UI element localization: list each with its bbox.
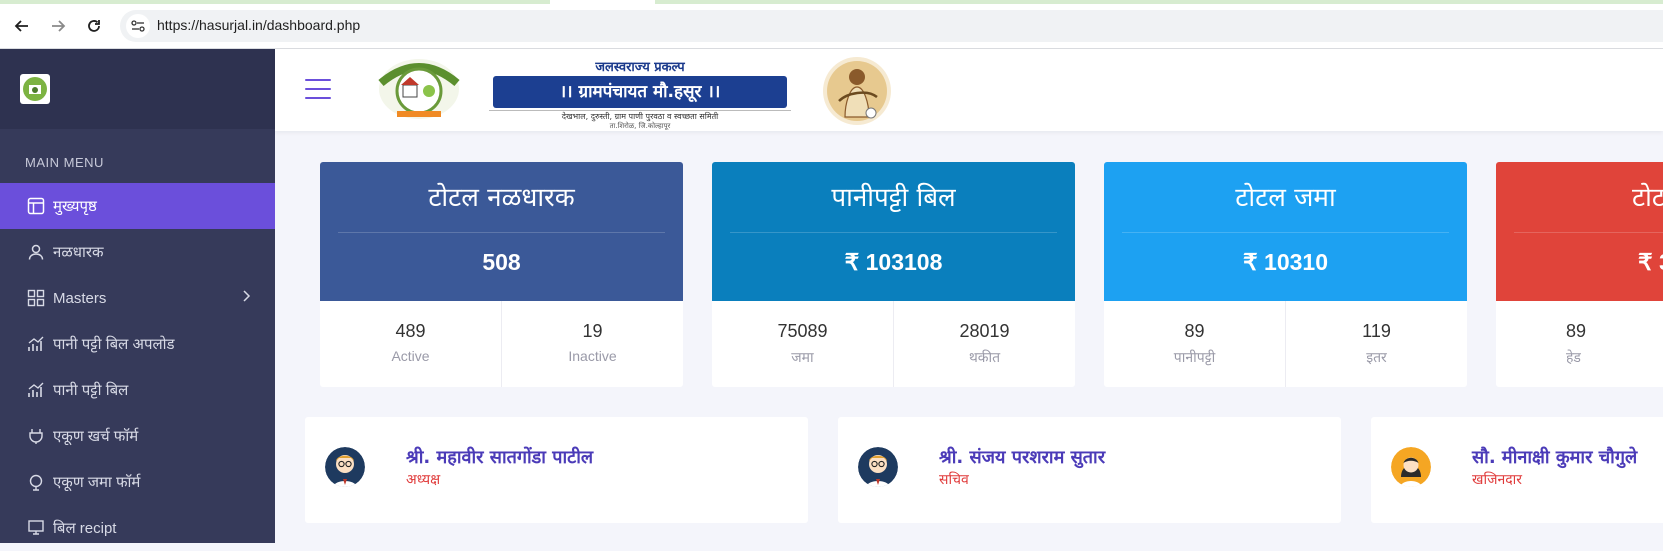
layout-icon — [27, 197, 45, 215]
member-name: सौ. मीनाक्षी कुमार चौगुले — [1472, 447, 1638, 468]
site-settings-icon[interactable] — [126, 14, 150, 38]
stat-card-total-expense[interactable]: टोट ₹ 3 89 हेड — [1496, 162, 1663, 387]
sidebar-item-label: बिल recipt — [53, 520, 117, 537]
card-title: पानीपट्टी बिल — [831, 183, 956, 213]
sidebar-item-masters[interactable]: Masters — [0, 275, 275, 321]
stat-number: 75089 — [777, 321, 828, 341]
address-bar[interactable]: https://hasurjal.in/dashboard.php — [120, 10, 1663, 42]
browser-toolbar: https://hasurjal.in/dashboard.php — [0, 0, 1663, 49]
male-avatar-icon — [858, 447, 898, 487]
card-title: टोट — [1632, 183, 1663, 213]
sidebar-item-label: एकूण जमा फॉर्म — [53, 474, 141, 491]
sidebar-item-label: एकूण खर्च फॉर्म — [53, 428, 139, 445]
banner-main-text: ।। ग्रामपंचायत मौ.हसूर ।। — [493, 76, 787, 108]
member-name: श्री. महावीर सातगोंडा पाटील — [406, 447, 594, 468]
stat-card-total-deposit[interactable]: टोटल जमा ₹ 10310 89 पानीपट्टी 119 इतर — [1104, 162, 1467, 387]
stat-card-water-bill[interactable]: पानीपट्टी बिल ₹ 103108 75089 जमा 28019 थ… — [712, 162, 1075, 387]
url-text[interactable]: https://hasurjal.in/dashboard.php — [157, 17, 360, 33]
card-stat-left: 489 Active — [320, 301, 501, 387]
receipt-icon — [27, 519, 45, 537]
jalswarajya-logo — [375, 57, 463, 121]
committee-member-card-president[interactable]: श्री. महावीर सातगोंडा पाटील अध्यक्ष — [305, 417, 808, 523]
sidebar-item-bill-receipt[interactable]: बिल recipt — [0, 505, 275, 551]
sidebar-item-expense-form[interactable]: एकूण खर्च फॉर्म — [0, 413, 275, 459]
card-value: 508 — [482, 249, 521, 275]
card-header: टोटल जमा ₹ 10310 — [1104, 162, 1467, 301]
sidebar: MAIN MENU मुख्यपृष्ठ नळधारक Masters पानी… — [0, 49, 275, 543]
member-role: खजिनदार — [1472, 472, 1523, 488]
back-button[interactable] — [8, 12, 36, 40]
member-role: सचिव — [939, 472, 969, 488]
card-stat-right: 19 Inactive — [501, 301, 683, 387]
stat-label: Active — [391, 348, 430, 364]
banner-top-text: जलस्वराज्य प्रकल्प — [595, 60, 685, 75]
tab-strip-edge — [0, 0, 1663, 4]
stat-number: 19 — [582, 321, 603, 341]
card-header: पानीपट्टी बिल ₹ 103108 — [712, 162, 1075, 301]
user-icon — [27, 243, 45, 261]
stat-label: इतर — [1366, 349, 1387, 365]
menu-toggle-button[interactable] — [305, 79, 331, 99]
committee-member-card-treasurer[interactable]: सौ. मीनाक्षी कुमार चौगुले खजिनदार — [1371, 417, 1663, 523]
card-title: टोटल जमा — [1235, 183, 1336, 213]
plug-icon — [27, 427, 45, 445]
reload-button[interactable] — [80, 12, 108, 40]
card-value: ₹ 103108 — [844, 249, 943, 275]
member-role: अध्यक्ष — [406, 472, 441, 488]
card-value: ₹ 3 — [1638, 249, 1663, 275]
sidebar-item-label: पानी पट्टी बिल अपलोड — [53, 336, 175, 353]
card-stat-left: 89 पानीपट्टी — [1104, 301, 1285, 387]
stat-label: Inactive — [568, 348, 617, 364]
sidebar-item-label: मुख्यपृष्ठ — [53, 198, 97, 215]
grid-icon — [27, 289, 45, 307]
sidebar-item-label: पानी पट्टी बिल — [53, 382, 129, 399]
stat-label: जमा — [791, 349, 814, 365]
sidebar-item-bill-upload[interactable]: पानी पट्टी बिल अपलोड — [0, 321, 275, 367]
gram-panchayat-banner: जलस्वराज्य प्रकल्प ।। ग्रामपंचायत मौ.हसू… — [489, 60, 791, 130]
sidebar-brand — [0, 49, 275, 129]
sidebar-item-dashboard[interactable]: मुख्यपृष्ठ — [0, 183, 275, 229]
chart-up-icon — [27, 335, 45, 353]
sidebar-item-nal-dharak[interactable]: नळधारक — [0, 229, 275, 275]
saraswati-emblem — [821, 55, 893, 127]
sidebar-item-label: Masters — [53, 289, 107, 307]
globe-icon — [27, 473, 45, 491]
chevron-right-icon — [241, 289, 251, 307]
card-header: टोट ₹ 3 — [1496, 162, 1663, 301]
male-avatar-icon — [325, 447, 365, 487]
stat-number: 89 — [1184, 321, 1205, 341]
stat-label: हेड — [1566, 349, 1581, 365]
stat-card-total-connections[interactable]: टोटल नळधारक 508 489 Active 19 Inactive — [320, 162, 683, 387]
banner-sub-text: देखभाल, दुरुस्ती, ग्राम पाणी पुरवठा व स्… — [489, 110, 791, 122]
sidebar-item-bill[interactable]: पानी पट्टी बिल — [0, 367, 275, 413]
member-name: श्री. संजय परशराम सुतार — [939, 447, 1106, 468]
card-title: टोटल नळधारक — [428, 183, 575, 213]
reload-icon — [88, 20, 100, 32]
banner-sub2-text: ता.शिरोळ, जि.कोल्हापूर — [609, 122, 671, 130]
arrow-right-icon — [52, 20, 66, 32]
brand-logo[interactable] — [20, 74, 50, 104]
card-header: टोटल नळधारक 508 — [320, 162, 683, 301]
stat-number: 119 — [1362, 321, 1391, 341]
arrow-left-icon — [14, 20, 28, 32]
sidebar-item-label: नळधारक — [53, 244, 104, 261]
sidebar-item-deposit-form[interactable]: एकूण जमा फॉर्म — [0, 459, 275, 505]
card-stat-left: 75089 जमा — [712, 301, 893, 387]
stat-number: 28019 — [959, 321, 1010, 341]
stat-label: पानीपट्टी — [1173, 349, 1216, 365]
committee-member-card-secretary[interactable]: श्री. संजय परशराम सुतार सचिव — [838, 417, 1341, 523]
card-value: ₹ 10310 — [1243, 249, 1328, 275]
card-stat-left: 89 हेड — [1496, 301, 1663, 387]
chart-bar-icon — [27, 381, 45, 399]
stat-number: 89 — [1566, 321, 1587, 341]
stat-label: थकीत — [968, 349, 1001, 365]
card-stat-right: 119 इतर — [1285, 301, 1467, 387]
top-header: जलस्वराज्य प्रकल्प ।। ग्रामपंचायत मौ.हसू… — [275, 49, 1663, 131]
stat-number: 489 — [395, 321, 426, 341]
forward-button[interactable] — [44, 12, 72, 40]
sidebar-section-title: MAIN MENU — [25, 155, 104, 170]
card-stat-right: 28019 थकीत — [893, 301, 1075, 387]
female-avatar-icon — [1391, 447, 1431, 487]
